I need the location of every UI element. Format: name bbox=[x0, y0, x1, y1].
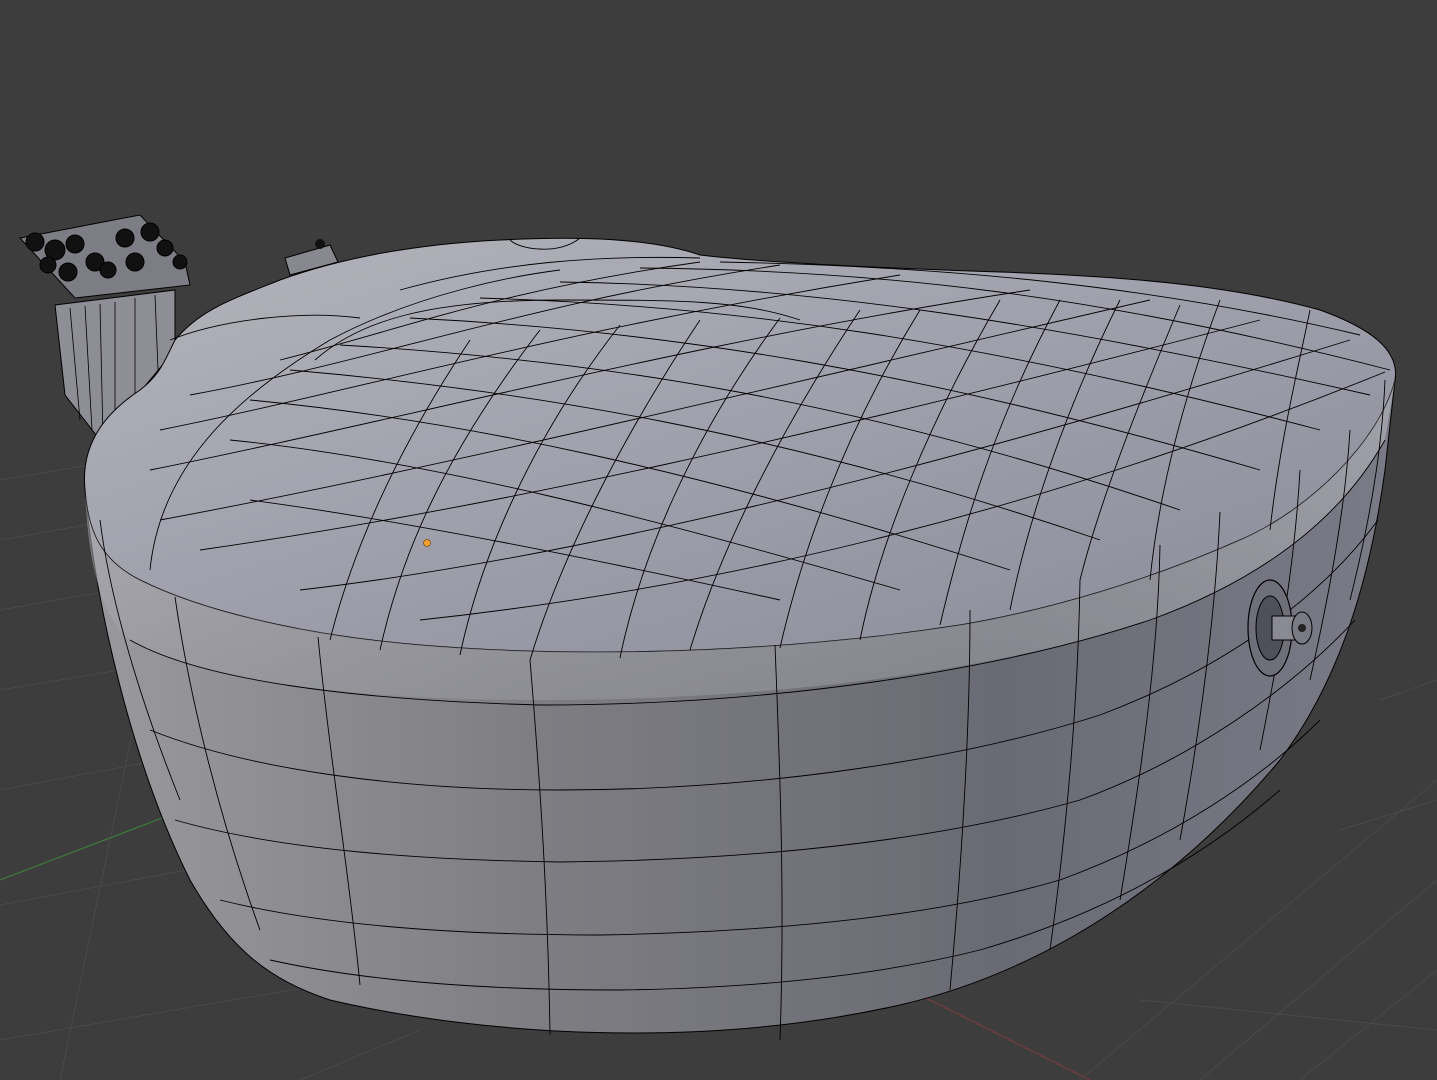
x-axis-line bbox=[899, 984, 1091, 1080]
y-axis-line bbox=[0, 814, 171, 881]
viewport-canvas[interactable] bbox=[0, 0, 1437, 1080]
object-origin-point[interactable] bbox=[423, 539, 431, 547]
3d-viewport[interactable] bbox=[0, 0, 1437, 1080]
